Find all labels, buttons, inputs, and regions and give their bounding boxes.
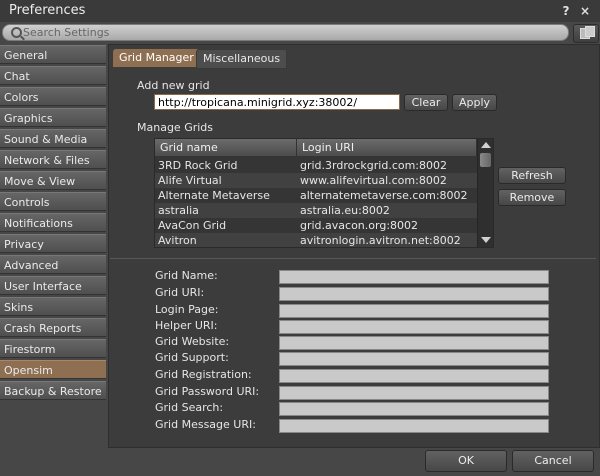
window-title: Preferences xyxy=(9,3,86,18)
apply-button[interactable]: Apply xyxy=(452,94,497,111)
login-page-field[interactable] xyxy=(279,304,549,318)
table-row[interactable]: AvaCon Grid grid.avacon.org:8002 xyxy=(155,218,477,233)
grid-uri-label: Grid URI: xyxy=(155,286,205,299)
refresh-button[interactable]: Refresh xyxy=(498,167,566,184)
sidebar-item-colors[interactable]: Colors xyxy=(0,87,106,106)
grid-registration-label: Grid Registration: xyxy=(155,368,252,381)
grid-registration-field[interactable] xyxy=(279,369,549,383)
sidebar-item-backup-restore[interactable]: Backup & Restore xyxy=(0,381,106,400)
remove-button[interactable]: Remove xyxy=(498,189,566,206)
table-row[interactable]: Avitron avitronlogin.avitron.net:8002 xyxy=(155,233,477,247)
scroll-down-icon[interactable] xyxy=(481,237,491,243)
grid-name-label: Grid Name: xyxy=(155,269,218,282)
sidebar-item-opensim[interactable]: Opensim xyxy=(0,360,106,379)
sidebar-item-user-interface[interactable]: User Interface xyxy=(0,276,106,295)
grid-password-uri-label: Grid Password URI: xyxy=(155,385,260,398)
close-icon[interactable]: × xyxy=(578,4,592,18)
sidebar-item-privacy[interactable]: Privacy xyxy=(0,234,106,253)
helper-uri-field[interactable] xyxy=(279,320,549,334)
grid-name-cell: 3RD Rock Grid xyxy=(158,159,238,172)
login-uri-cell: grid.3rdrockgrid.com:8002 xyxy=(300,159,448,172)
sidebar-item-advanced[interactable]: Advanced xyxy=(0,255,106,274)
tab-grid-manager[interactable]: Grid Manager xyxy=(113,49,200,67)
grid-name-field[interactable] xyxy=(279,270,549,284)
grid-name-cell: Alternate Metaverse xyxy=(158,189,270,202)
scroll-thumb[interactable] xyxy=(480,153,491,167)
column-header-grid-name[interactable]: Grid name xyxy=(155,139,297,156)
search-input[interactable]: Search Settings xyxy=(2,24,569,41)
sidebar-item-graphics[interactable]: Graphics xyxy=(0,108,106,127)
grid-password-uri-field[interactable] xyxy=(279,386,549,400)
grid-list-scrollbar[interactable] xyxy=(477,139,493,247)
tab-miscellaneous[interactable]: Miscellaneous xyxy=(196,49,288,69)
table-row[interactable]: Alternate Metaverse alternatemetaverse.c… xyxy=(155,188,477,203)
copy-button[interactable] xyxy=(573,24,599,43)
sidebar-item-firestorm[interactable]: Firestorm xyxy=(0,339,106,358)
grid-name-cell: Alife Virtual xyxy=(158,174,222,187)
grid-search-field[interactable] xyxy=(279,402,549,416)
table-row[interactable]: 3RD Rock Grid grid.3rdrockgrid.com:8002 xyxy=(155,158,477,173)
helper-uri-label: Helper URI: xyxy=(155,319,218,332)
scroll-up-icon[interactable] xyxy=(481,142,491,148)
ok-button[interactable]: OK xyxy=(425,450,507,472)
login-uri-cell: avitronlogin.avitron.net:8002 xyxy=(300,234,461,247)
sidebar-item-sound-media[interactable]: Sound & Media xyxy=(0,129,106,148)
login-uri-cell: grid.avacon.org:8002 xyxy=(300,219,419,232)
sidebar-item-chat[interactable]: Chat xyxy=(0,66,106,85)
grid-name-cell: astralia xyxy=(158,204,199,217)
sidebar-item-controls[interactable]: Controls xyxy=(0,192,106,211)
search-icon xyxy=(11,27,22,38)
help-icon[interactable]: ? xyxy=(559,4,573,18)
cancel-button[interactable]: Cancel xyxy=(512,450,594,472)
manage-grids-label: Manage Grids xyxy=(137,121,214,134)
column-header-login-uri[interactable]: Login URI xyxy=(297,139,477,156)
section-divider xyxy=(110,258,596,259)
grid-message-uri-label: Grid Message URI: xyxy=(155,418,256,431)
grid-website-field[interactable] xyxy=(279,336,549,350)
login-uri-cell: astralia.eu:8002 xyxy=(300,204,390,217)
sidebar-item-crash-reports[interactable]: Crash Reports xyxy=(0,318,106,337)
grid-support-label: Grid Support: xyxy=(155,351,229,364)
login-page-label: Login Page: xyxy=(155,303,219,316)
login-uri-cell: www.alifevirtual.com:8002 xyxy=(300,174,447,187)
sidebar-item-general[interactable]: General xyxy=(0,45,106,64)
clear-button[interactable]: Clear xyxy=(404,94,448,111)
title-bar: Preferences ? × xyxy=(0,0,600,22)
login-uri-cell: alternatemetaverse.com:8002 xyxy=(300,189,468,202)
sidebar-item-skins[interactable]: Skins xyxy=(0,297,106,316)
grid-list[interactable]: Grid name Login URI 3RD Rock Grid grid.3… xyxy=(154,138,494,248)
sidebar-item-notifications[interactable]: Notifications xyxy=(0,213,106,232)
sidebar-item-move-view[interactable]: Move & View xyxy=(0,171,106,190)
grid-message-uri-field[interactable] xyxy=(279,419,549,433)
grid-website-label: Grid Website: xyxy=(155,335,230,348)
add-grid-label: Add new grid xyxy=(137,79,210,92)
copy-icon xyxy=(580,26,595,39)
sidebar-item-network-files[interactable]: Network & Files xyxy=(0,150,106,169)
grid-search-label: Grid Search: xyxy=(155,401,224,414)
table-row[interactable]: astralia astralia.eu:8002 xyxy=(155,203,477,218)
grid-uri-field[interactable] xyxy=(279,287,549,301)
grid-name-cell: AvaCon Grid xyxy=(158,219,227,232)
table-row[interactable]: Alife Virtual www.alifevirtual.com:8002 xyxy=(155,173,477,188)
grid-name-cell: Avitron xyxy=(158,234,197,247)
grid-support-field[interactable] xyxy=(279,352,549,366)
search-placeholder: Search Settings xyxy=(23,26,110,39)
grid-url-input[interactable]: http://tropicana.minigrid.xyz:38002/ xyxy=(154,94,400,110)
